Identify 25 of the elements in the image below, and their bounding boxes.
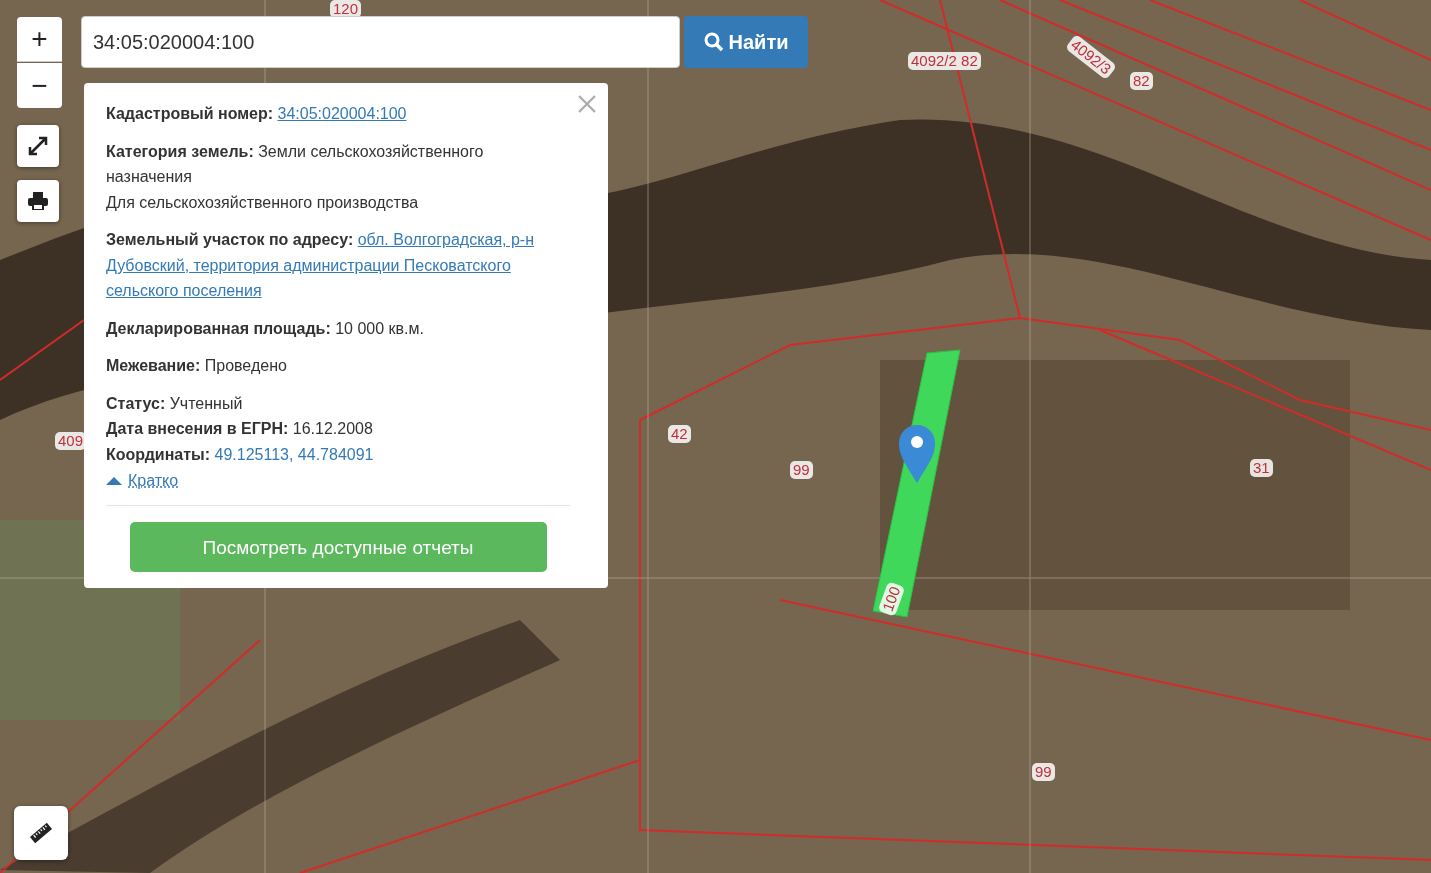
info-field: Координаты: 49.125113, 44.784091 [106,441,570,467]
info-field: Статус: Учтенный [106,390,570,416]
parcel-number-label: 99 [790,461,813,479]
search-field[interactable]: 34:05:020004:100 [81,16,680,68]
print-icon[interactable] [17,180,59,222]
triangle-up-icon [106,476,122,485]
info-field: Межевание: Проведено [106,353,570,379]
parcel-number-label: 82 [1130,72,1153,90]
search-button[interactable]: Найти [684,16,808,68]
parcel-number-label: 99 [1032,763,1055,781]
parcel-number-label: 42 [668,425,691,443]
parcel-number-label: 31 [1250,459,1273,477]
info-note: Для сельскохозяйственного производства [106,192,420,213]
parcel-number-label: 4092/2 82 [908,52,981,70]
collapse-toggle[interactable]: Кратко [106,467,179,494]
map-pin-icon[interactable] [899,425,935,483]
zoom-in-button[interactable]: + [17,17,62,62]
info-field: Дата внесения в ЕГРН: 16.12.2008 [106,416,570,442]
search-icon [703,32,724,52]
info-field: Категория земель: Земли сельскохозяйственного назначения [106,138,570,190]
fullscreen-icon[interactable] [17,125,59,167]
info-field: Декларированная площадь: 10 000 кв.м. [106,315,570,341]
zoom-out-button[interactable]: − [17,63,62,108]
parcel-number-label: 409 [55,432,87,450]
ruler-icon[interactable] [14,806,68,860]
